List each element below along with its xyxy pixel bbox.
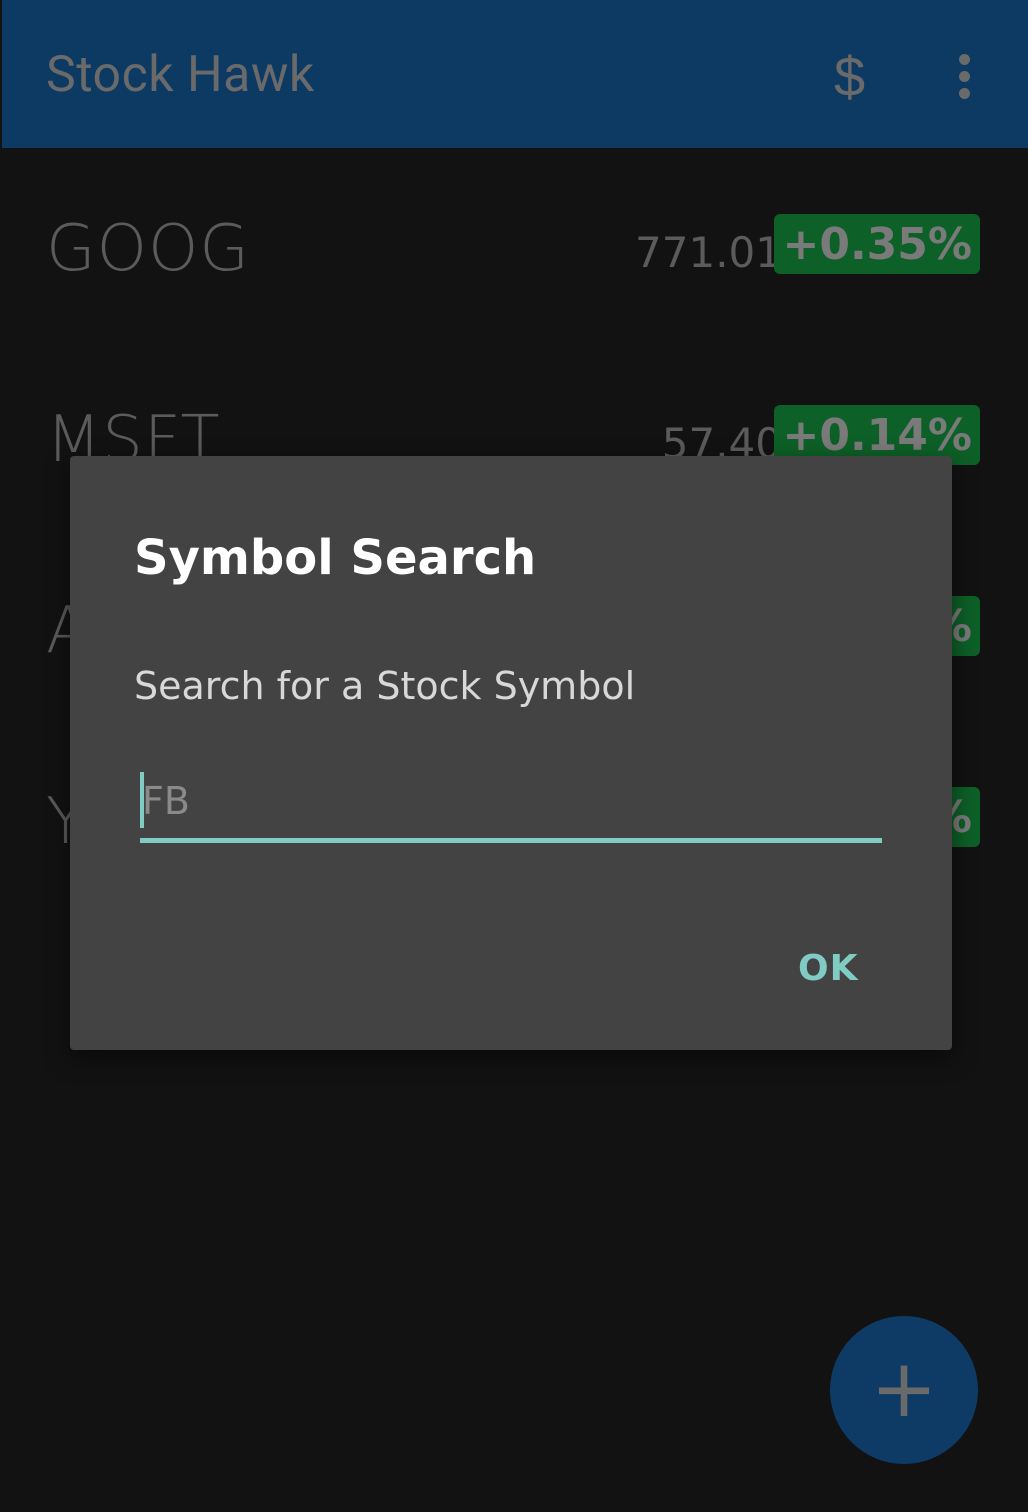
dialog-title: Symbol Search: [134, 530, 537, 586]
symbol-input-field[interactable]: [140, 768, 882, 843]
screen: Stock Hawk $ GOOG 771.01 +0.35% MSFT 57.…: [0, 0, 1028, 1512]
plus-icon: +: [870, 1342, 938, 1435]
stock-price: 771.01: [635, 228, 782, 277]
more-vert-icon[interactable]: [954, 52, 976, 102]
dollar-icon[interactable]: $: [834, 44, 865, 109]
add-stock-button[interactable]: +: [830, 1316, 978, 1464]
app-title: Stock Hawk: [46, 46, 315, 104]
dialog-message: Search for a Stock Symbol: [134, 664, 636, 708]
symbol-search-dialog: Symbol Search Search for a Stock Symbol …: [70, 456, 952, 1050]
ok-button[interactable]: OK: [786, 942, 871, 995]
stock-change-badge[interactable]: +0.35%: [774, 214, 980, 274]
list-item[interactable]: GOOG 771.01 +0.35%: [2, 150, 1028, 340]
stock-symbol: GOOG: [46, 212, 250, 286]
symbol-search-input[interactable]: [142, 768, 878, 834]
app-bar: Stock Hawk $: [2, 0, 1028, 148]
